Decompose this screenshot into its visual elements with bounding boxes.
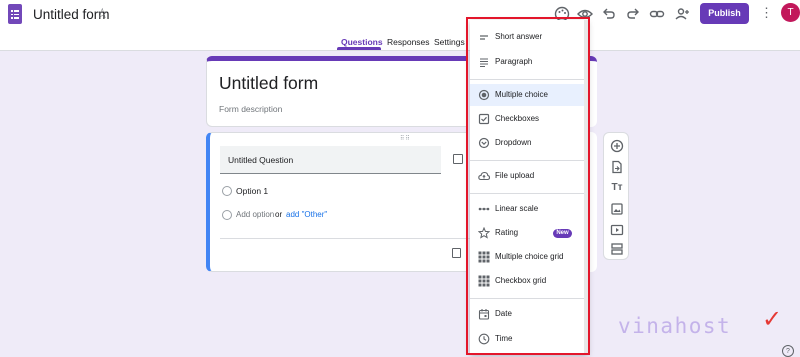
dropdown-icon — [478, 137, 490, 149]
add-other-link[interactable]: add "Other" — [286, 210, 327, 219]
menu-item-dropdown[interactable]: Dropdown — [470, 132, 584, 154]
menu-item-multiple-choice[interactable]: Multiple choice — [470, 84, 584, 106]
radio-button-icon — [478, 89, 490, 101]
checkbox-icon — [478, 113, 490, 125]
menu-divider — [470, 160, 584, 161]
menu-item-label: Linear scale — [495, 204, 539, 213]
menu-item-checkbox-grid[interactable]: Checkbox grid — [470, 270, 584, 292]
menu-item-label: Checkboxes — [495, 114, 540, 123]
header-divider — [0, 50, 800, 51]
form-title-card-edge — [587, 56, 597, 127]
menu-item-label: Multiple choice grid — [495, 252, 564, 261]
menu-item-file-upload[interactable]: File upload — [470, 165, 584, 187]
grid-icon — [478, 251, 490, 263]
menu-item-label: Multiple choice — [495, 90, 548, 99]
tab-responses[interactable]: Responses — [387, 37, 430, 47]
watermark-logo: vinahost — [618, 314, 732, 338]
tab-settings[interactable]: Settings — [434, 37, 465, 47]
duplicate-icon[interactable] — [452, 248, 461, 258]
question-card-edge — [587, 132, 597, 272]
star-icon — [478, 227, 490, 239]
add-collaborator-icon[interactable] — [673, 5, 691, 23]
linear-scale-icon — [478, 203, 490, 215]
menu-item-label: Date — [495, 309, 512, 318]
tab-questions[interactable]: Questions — [341, 37, 383, 47]
checkbox-grid-icon — [478, 275, 490, 287]
menu-item-linear-scale[interactable]: Linear scale — [470, 198, 584, 220]
help-icon[interactable]: ? — [782, 345, 794, 357]
avatar[interactable]: T — [781, 3, 800, 22]
menu-item-label: Short answer — [495, 32, 543, 41]
clock-icon — [478, 333, 490, 345]
menu-item-label: Dropdown — [495, 138, 532, 147]
add-video-icon[interactable] — [609, 222, 625, 238]
add-image-icon[interactable] — [453, 154, 463, 164]
add-title-icon[interactable]: Tт — [609, 180, 625, 196]
menu-scrollbar[interactable] — [584, 20, 588, 354]
menu-item-label: Paragraph — [495, 57, 533, 66]
question-type-menu: Short answer Paragraph Multiple choice C… — [470, 20, 588, 354]
menu-item-multiple-choice-grid[interactable]: Multiple choice grid — [470, 246, 584, 268]
menu-item-time[interactable]: Time — [470, 328, 584, 350]
forms-logo-icon[interactable] — [8, 4, 22, 24]
paragraph-icon — [478, 56, 490, 68]
publish-button[interactable]: Publish — [700, 3, 749, 24]
menu-item-label: File upload — [495, 171, 535, 180]
redo-icon[interactable] — [624, 5, 642, 23]
add-section-icon[interactable] — [609, 241, 625, 257]
star-icon[interactable]: ☆ — [96, 5, 109, 22]
menu-divider — [470, 193, 584, 194]
radio-add-option-icon — [222, 210, 232, 220]
add-question-icon[interactable] — [609, 138, 625, 154]
menu-item-rating[interactable]: Rating New — [470, 222, 584, 244]
question-card[interactable]: ⠿⠿ Untitled Question Option 1 Add option… — [206, 132, 472, 272]
menu-item-checkboxes[interactable]: Checkboxes — [470, 108, 584, 130]
menu-item-label: Rating — [495, 228, 519, 237]
question-title-input[interactable]: Untitled Question — [220, 146, 441, 174]
menu-item-paragraph[interactable]: Paragraph — [470, 51, 584, 73]
form-title-heading[interactable]: Untitled form — [219, 73, 318, 94]
short-text-icon — [478, 31, 490, 43]
form-description-field[interactable]: Form description — [219, 104, 282, 114]
import-questions-icon[interactable] — [609, 159, 625, 175]
menu-item-label: Time — [495, 334, 513, 343]
question-divider — [220, 238, 472, 239]
menu-item-date[interactable]: Date — [470, 303, 584, 325]
option-1-input[interactable]: Option 1 — [236, 186, 268, 196]
top-app-bar: Untitled form ☆ Publish ⋮ T Questions Re… — [0, 0, 800, 50]
undo-icon[interactable] — [600, 5, 618, 23]
or-text: or — [275, 210, 283, 219]
form-title-card: Untitled form Form description — [206, 56, 468, 127]
menu-item-label: Checkbox grid — [495, 276, 547, 285]
floating-toolbar: Tт — [603, 132, 629, 260]
add-image-icon[interactable] — [609, 201, 625, 217]
menu-divider — [470, 79, 584, 80]
menu-divider — [470, 298, 584, 299]
more-options-icon[interactable]: ⋮ — [760, 5, 773, 21]
drag-handle-icon[interactable]: ⠿⠿ — [400, 135, 411, 142]
watermark-check-icon: ✓ — [762, 306, 783, 333]
add-option-input[interactable]: Add option — [236, 210, 274, 219]
radio-option-1-icon — [222, 186, 232, 196]
cloud-upload-icon — [478, 170, 490, 182]
new-badge: New — [553, 229, 572, 238]
link-icon[interactable] — [648, 5, 666, 23]
menu-item-short-answer[interactable]: Short answer — [470, 26, 584, 48]
calendar-icon — [478, 308, 490, 320]
